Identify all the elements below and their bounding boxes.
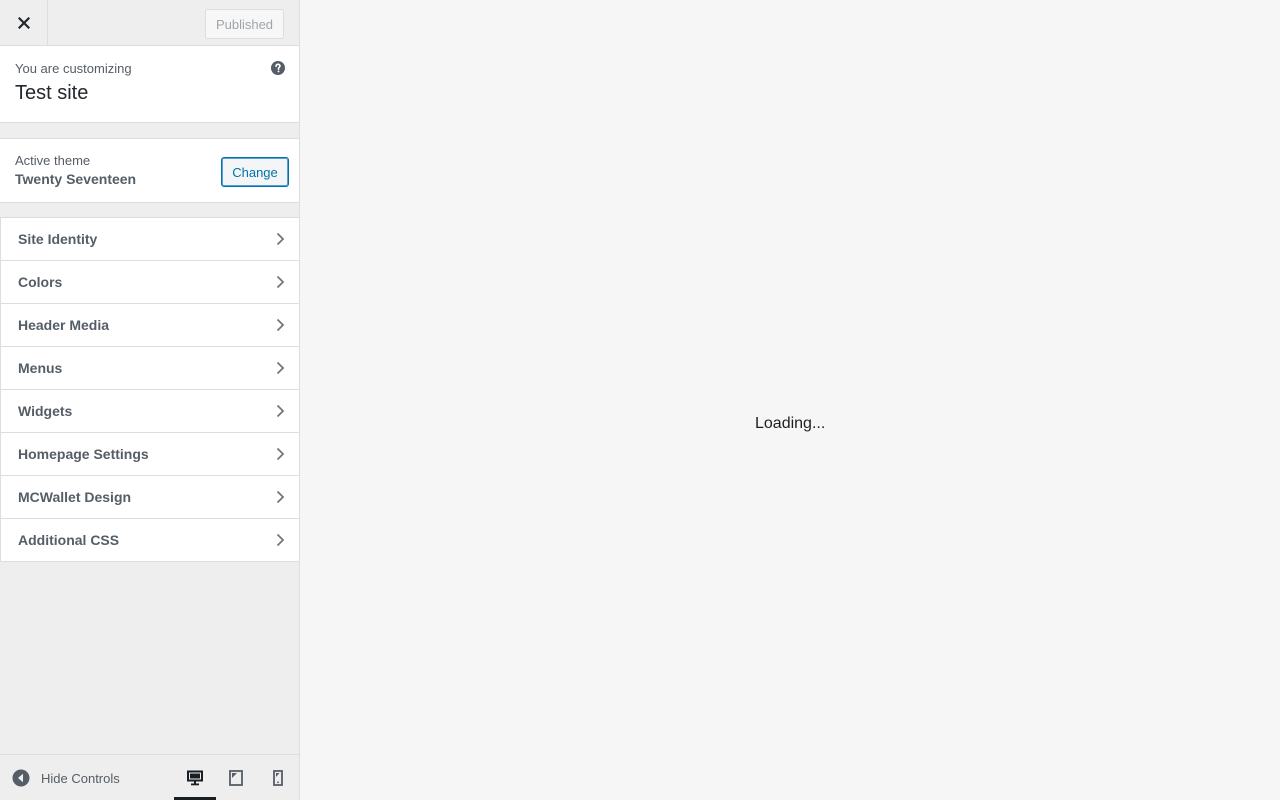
- preview-desktop-button[interactable]: [174, 755, 216, 800]
- preview-mobile-button[interactable]: [257, 755, 299, 800]
- mobile-icon: [273, 770, 283, 786]
- section-label: Additional CSS: [18, 532, 120, 548]
- active-theme-label: Active theme: [15, 153, 91, 168]
- preview-tablet-button[interactable]: [215, 755, 257, 800]
- chevron-right-icon: [276, 447, 285, 461]
- customizer-footer: Hide Controls: [0, 754, 299, 800]
- section-widgets[interactable]: Widgets: [0, 390, 299, 433]
- site-info-panel: You are customizing Test site: [0, 46, 299, 123]
- section-label: Menus: [18, 360, 63, 376]
- chevron-right-icon: [276, 404, 285, 418]
- customizing-label: You are customizing: [15, 61, 132, 76]
- loading-text: Loading...: [755, 415, 826, 432]
- site-preview-frame: Loading...: [300, 0, 1280, 800]
- tablet-icon: [229, 770, 243, 786]
- section-colors[interactable]: Colors: [0, 261, 299, 304]
- desktop-icon: [187, 770, 203, 786]
- chevron-right-icon: [276, 533, 285, 547]
- section-site-identity[interactable]: Site Identity: [0, 218, 299, 261]
- section-homepage-settings[interactable]: Homepage Settings: [0, 433, 299, 476]
- close-icon: [17, 16, 30, 29]
- help-icon[interactable]: [271, 61, 285, 75]
- hide-controls-label: Hide Controls: [41, 770, 120, 786]
- customizer-header: Published: [0, 0, 299, 46]
- section-label: Header Media: [18, 317, 110, 333]
- section-label: Widgets: [18, 403, 73, 419]
- chevron-right-icon: [276, 275, 285, 289]
- close-customizer-button[interactable]: [0, 0, 48, 45]
- section-label: Site Identity: [18, 231, 98, 247]
- chevron-right-icon: [276, 361, 285, 375]
- chevron-right-icon: [276, 490, 285, 504]
- section-menus[interactable]: Menus: [0, 347, 299, 390]
- active-theme-name: Twenty Seventeen: [15, 171, 137, 187]
- publish-button[interactable]: Published: [205, 9, 284, 39]
- customizer-sections-list: Site Identity Colors Header Media Menus …: [0, 217, 299, 562]
- section-header-media[interactable]: Header Media: [0, 304, 299, 347]
- section-mcwallet-design[interactable]: MCWallet Design: [0, 476, 299, 519]
- section-label: Homepage Settings: [18, 446, 149, 462]
- customizer-sidebar: Published You are customizing Test site …: [0, 0, 300, 800]
- chevron-right-icon: [276, 232, 285, 246]
- change-theme-button[interactable]: Change: [221, 157, 289, 187]
- site-title: Test site: [15, 82, 89, 104]
- chevron-right-icon: [276, 318, 285, 332]
- section-additional-css[interactable]: Additional CSS: [0, 519, 299, 562]
- hide-controls-button[interactable]: Hide Controls: [12, 767, 120, 789]
- section-label: Colors: [18, 274, 63, 290]
- section-label: MCWallet Design: [18, 489, 132, 505]
- collapse-arrow-icon: [12, 769, 30, 787]
- active-theme-panel: Active theme Twenty Seventeen Change: [0, 138, 299, 203]
